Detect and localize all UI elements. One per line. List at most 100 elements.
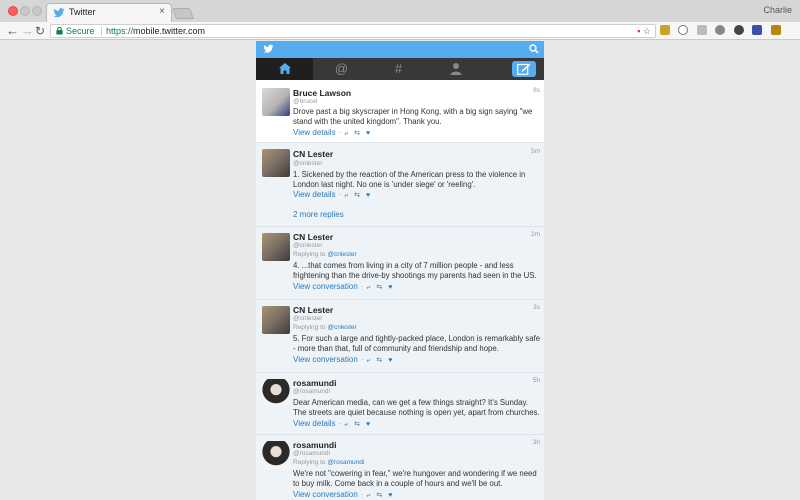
tweet[interactable]: CN Lester 5m @cnlester 1. Sickened by th… (256, 143, 544, 227)
profile-name[interactable]: Charlie (763, 5, 792, 15)
tab-profile[interactable] (427, 58, 484, 80)
tweet-author-handle: @rosamundi (293, 450, 330, 457)
lock-icon (56, 27, 63, 35)
abp-extension-icon[interactable] (715, 25, 726, 35)
replying-to-label: Replying to (293, 251, 326, 258)
favorite-heart-icon[interactable]: ♥ (388, 357, 392, 364)
tweet-author-name[interactable]: rosamundi (293, 440, 336, 450)
tab-mentions[interactable]: @ (313, 58, 370, 80)
view-conversation-link[interactable]: View conversation (293, 355, 358, 364)
new-tab-button[interactable] (171, 8, 195, 19)
retweet-icon[interactable]: ⇆ (354, 130, 360, 137)
replying-to-link[interactable]: @rosamundi (327, 459, 364, 466)
view-details-link[interactable]: View details (293, 128, 336, 137)
tweet[interactable]: rosamundi 5h @rosamundi Dear American me… (256, 373, 544, 435)
browser-tab[interactable]: Twitter × (46, 3, 172, 22)
tweet[interactable]: CN Lester 3s @cnlester Replying to @cnle… (256, 300, 544, 373)
reply-icon[interactable]: ⤶ (366, 357, 370, 364)
tweet-author-handle: @rosamundi (293, 388, 330, 395)
replying-to-label: Replying to (293, 324, 326, 331)
reply-icon[interactable]: ⤶ (344, 421, 348, 428)
favorite-heart-icon[interactable]: ♥ (366, 421, 370, 428)
gear-extension-icon[interactable] (733, 25, 744, 35)
avatar[interactable] (262, 379, 290, 407)
favorite-heart-icon[interactable]: ♥ (366, 130, 370, 137)
view-details-link[interactable]: View details (293, 190, 336, 199)
reply-icon[interactable]: ⤶ (344, 130, 348, 137)
view-details-link[interactable]: View details (293, 419, 336, 428)
forward-arrow-icon[interactable]: → (21, 23, 34, 39)
tweet-author-name[interactable]: Bruce Lawson (293, 88, 351, 98)
close-window-button[interactable] (8, 6, 18, 16)
info-extension-icon[interactable] (678, 25, 689, 35)
avatar[interactable] (262, 441, 290, 469)
tweet-author-name[interactable]: rosamundi (293, 378, 336, 388)
avatar[interactable] (262, 306, 290, 334)
back-arrow-icon[interactable]: ← (6, 23, 19, 39)
tab-discover[interactable]: # (370, 58, 427, 80)
retweet-icon[interactable]: ⇆ (376, 492, 382, 499)
favorite-heart-icon[interactable]: ♥ (366, 192, 370, 199)
browser-toolbar: ← → ↻ Secure https://mobile.twitter.com … (0, 22, 800, 53)
l-extension-icon[interactable] (770, 25, 781, 35)
maximize-window-button[interactable] (32, 6, 42, 16)
tab-home[interactable] (256, 58, 313, 80)
tweet-text: 5. For such a large and tightly-packed p… (293, 334, 541, 353)
reload-icon[interactable]: ↻ (35, 23, 45, 39)
tweet[interactable]: CN Lester 2m @cnlester Replying to @cnle… (256, 227, 544, 300)
tab-close-icon[interactable]: × (159, 6, 165, 17)
view-conversation-link[interactable]: View conversation (293, 282, 358, 291)
favorite-heart-icon[interactable]: ♥ (388, 492, 392, 499)
replying-to-link[interactable]: @cnlester (327, 251, 356, 258)
tweet-actions: View conversation · ⤶ ⇆ ♥ (293, 490, 398, 500)
tweet-author-name[interactable]: CN Lester (293, 149, 333, 159)
tweet-timestamp: 3h (532, 439, 540, 446)
mobile-twitter-app: @ # Bruce Lawson 8s @brucel Drove past a… (256, 41, 544, 500)
separator-dot: · (338, 190, 342, 199)
tweet-timestamp: 3s (533, 304, 540, 311)
extension-icon[interactable] (660, 25, 670, 35)
replying-to: Replying to @cnlester (293, 324, 357, 331)
tweet[interactable]: Bruce Lawson 8s @brucel Drove past a big… (256, 80, 544, 143)
replying-to-link[interactable]: @cnlester (327, 324, 356, 331)
tweet-author-name[interactable]: CN Lester (293, 305, 333, 315)
tweet-text: 4. ...that comes from living in a city o… (293, 261, 537, 280)
reply-icon[interactable]: ⤶ (366, 284, 370, 291)
reply-icon[interactable]: ⤶ (366, 492, 370, 499)
tweet-text: 1. Sickened by the reaction of the Ameri… (293, 170, 526, 189)
retweet-icon[interactable]: ⇆ (354, 421, 360, 428)
search-icon[interactable] (529, 44, 539, 54)
retweet-icon[interactable]: ⇆ (376, 284, 382, 291)
tweet[interactable]: rosamundi 3h @rosamundi Replying to @ros… (256, 435, 544, 500)
minimize-window-button[interactable] (20, 6, 30, 16)
bookmark-star-icon[interactable]: ☆ (643, 26, 651, 36)
compose-button[interactable] (512, 61, 536, 77)
pen-extension-icon[interactable] (696, 25, 707, 35)
tweet-timestamp: 8s (533, 87, 540, 94)
tweet-author-handle: @brucel (293, 98, 318, 105)
twitter-bird-icon[interactable] (263, 44, 274, 54)
avatar[interactable] (262, 149, 290, 177)
separator-dot: · (360, 355, 364, 364)
avatar[interactable] (262, 233, 290, 261)
url-text[interactable]: https://mobile.twitter.com (106, 26, 205, 36)
browser-tab-strip: Twitter × Charlie (0, 0, 800, 22)
view-conversation-link[interactable]: View conversation (293, 490, 358, 499)
tweet-actions: View details · ⤶ ⇆ ♥ (293, 190, 376, 200)
more-replies-link[interactable]: 2 more replies (293, 210, 344, 219)
retweet-icon[interactable]: ⇆ (376, 357, 382, 364)
tweet-text: We're not "cowering in fear," we're hung… (293, 469, 537, 488)
avatar[interactable] (262, 88, 290, 116)
twitter-top-bar (256, 41, 544, 58)
blocked-popup-icon[interactable]: ▪ (637, 26, 640, 36)
address-bar[interactable]: Secure https://mobile.twitter.com ▪ ☆ (50, 24, 656, 38)
tweet-author-handle: @cnlester (293, 160, 323, 167)
separator-dot: · (360, 490, 364, 499)
reply-icon[interactable]: ⤶ (344, 192, 348, 199)
favorite-heart-icon[interactable]: ♥ (388, 284, 392, 291)
i-extension-icon[interactable] (752, 25, 763, 35)
tweet-author-name[interactable]: CN Lester (293, 232, 333, 242)
tweet-actions: View details · ⤶ ⇆ ♥ (293, 128, 376, 138)
tweet-author-handle: @cnlester (293, 315, 323, 322)
retweet-icon[interactable]: ⇆ (354, 192, 360, 199)
